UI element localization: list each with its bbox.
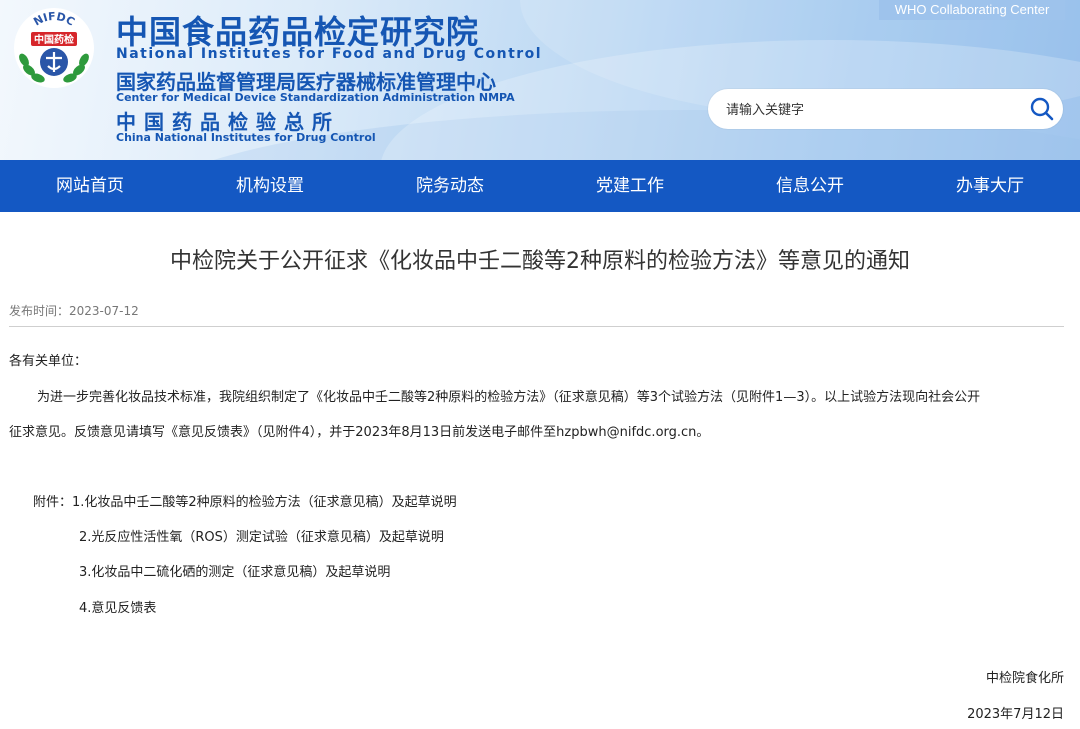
paragraph-line: 为进一步完善化妆品技术标准，我院组织制定了《化妆品中壬二酸等2种原料的检验方法》… [37,390,981,405]
nav-item-service-hall[interactable]: 办事大厅 [900,160,1080,212]
signature-date: 2023年7月12日 [967,707,1064,722]
attachment-item[interactable]: 4.意见反馈表 [79,597,156,616]
nav-item-organization[interactable]: 机构设置 [180,160,360,212]
publish-time: 发布时间：2023-07-12 [9,304,139,318]
attachment-item[interactable]: 2.光反应性活性氧（ROS）测定试验（征求意见稿）及起草说明 [79,526,444,545]
subtitle-drug-control-en: China National Institutes for Drug Contr… [116,131,376,144]
nav-item-home[interactable]: 网站首页 [0,160,180,212]
main-nav: 网站首页 机构设置 院务动态 党建工作 信息公开 办事大厅 [0,160,1080,212]
search-input[interactable] [724,89,1018,131]
who-collaborating-badge[interactable]: WHO Collaborating Center [879,0,1065,20]
article-title: 中检院关于公开征求《化妆品中壬二酸等2种原料的检验方法》等意见的通知 [170,249,910,274]
nav-item-party-work[interactable]: 党建工作 [540,160,720,212]
divider [9,326,1064,327]
paragraph-line: 征求意见。反馈意见请填写《意见反馈表》（见附件4），并于2023年8月13日前发… [9,425,710,440]
nav-item-news[interactable]: 院务动态 [360,160,540,212]
search-icon[interactable] [1029,96,1055,122]
nav-item-info-disclosure[interactable]: 信息公开 [720,160,900,212]
logo-center-text: 中国药检 [34,33,74,46]
site-header: NIFDC 中国药检 中国食品药品检定研究院 National Institut… [0,0,1080,160]
nifdc-logo[interactable]: NIFDC 中国药检 [12,6,96,90]
attachment-item[interactable]: 3.化妆品中二硫化硒的测定（征求意见稿）及起草说明 [79,561,390,580]
site-title-en: National Institutes for Food and Drug Co… [116,46,543,62]
signature-org: 中检院食化所 [985,671,1064,686]
attachment-item[interactable]: 附件：1.化妆品中壬二酸等2种原料的检验方法（征求意见稿）及起草说明 [33,491,457,510]
search-box [708,89,1063,131]
greeting: 各有关单位： [9,354,88,369]
subtitle-device-center-en: Center for Medical Device Standardizatio… [116,91,515,104]
